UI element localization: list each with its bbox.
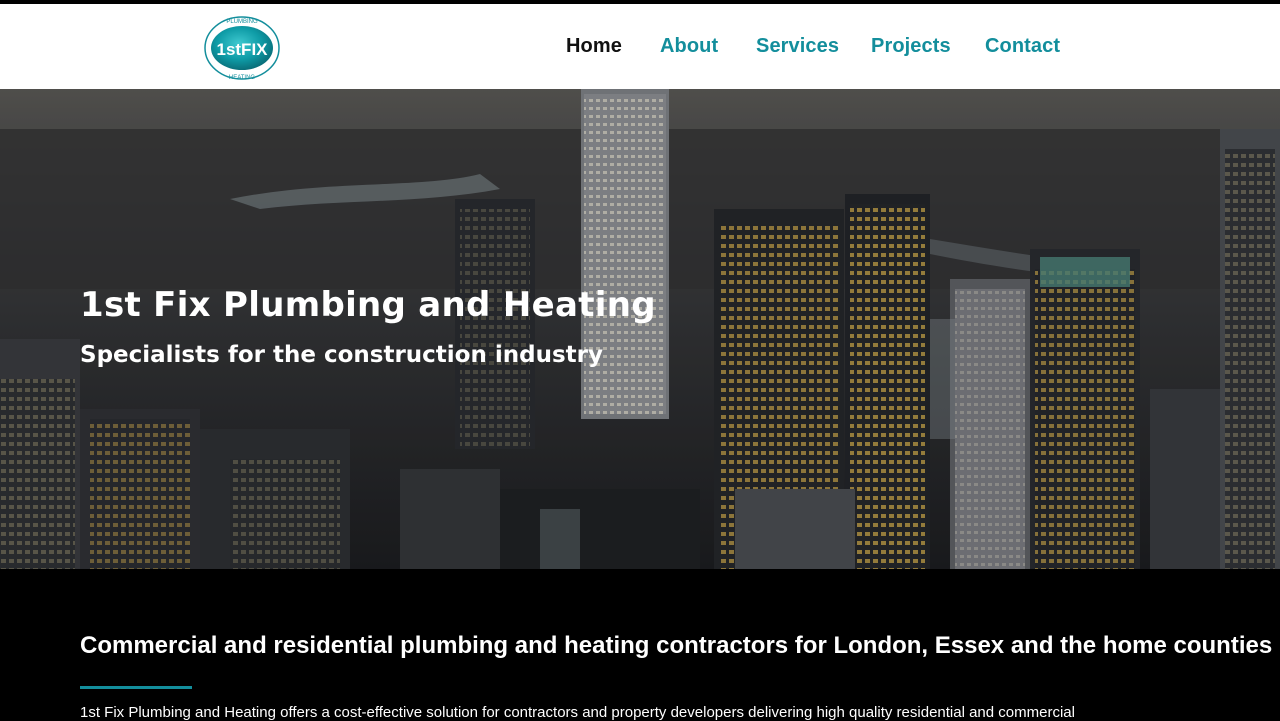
nav-projects[interactable]: Projects — [871, 35, 951, 58]
site-logo[interactable]: 1stFIX PLUMBING HEATING — [203, 14, 281, 82]
heading-underline — [80, 686, 192, 689]
logo-main-text: 1stFIX — [216, 40, 268, 59]
intro-heading: Commercial and residential plumbing and … — [80, 632, 1273, 659]
nav-contact[interactable]: Contact — [985, 35, 1060, 58]
site-header: 1stFIX PLUMBING HEATING Home About Servi… — [0, 4, 1280, 89]
hero-banner: 1st Fix Plumbing and Heating Specialists… — [0, 89, 1280, 569]
nav-services[interactable]: Services — [756, 35, 839, 58]
nav-home[interactable]: Home — [566, 35, 622, 58]
hero-title: 1st Fix Plumbing and Heating — [80, 285, 656, 325]
nav-about[interactable]: About — [660, 35, 718, 58]
city-skyline-image — [0, 89, 1280, 569]
logo-top-text: PLUMBING — [226, 19, 258, 25]
hero-subtitle: Specialists for the construction industr… — [80, 342, 603, 368]
intro-text: 1st Fix Plumbing and Heating offers a co… — [80, 704, 1075, 721]
logo-bottom-text: HEATING — [229, 75, 256, 81]
